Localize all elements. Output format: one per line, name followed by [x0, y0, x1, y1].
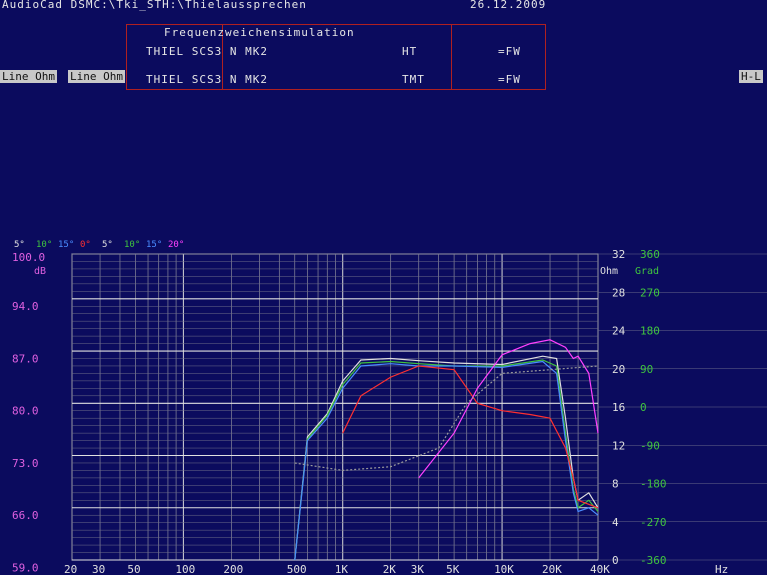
y-tick-ohm: 8 — [612, 478, 619, 491]
plot-frame — [71, 253, 599, 561]
y-tick-grad: 180 — [640, 325, 660, 338]
y-tick-grad: -270 — [640, 516, 667, 529]
legend-angle-6: 15° — [146, 240, 162, 250]
ohm-axis-label: Ohm — [600, 266, 618, 277]
x-tick-label: 200 — [223, 563, 243, 575]
legend-angle-4: 5° — [102, 240, 113, 250]
y-tick-grad: 90 — [640, 363, 653, 376]
y-tick-db: 73.0 — [12, 457, 39, 470]
y-tick-ohm: 32 — [612, 248, 625, 261]
series-lines — [294, 339, 599, 561]
hz-axis-label: Hz — [715, 563, 728, 575]
x-tick-label: 10K — [494, 563, 514, 575]
legend-angle-3: 0° — [80, 240, 91, 250]
legend-angle-0: 5° — [14, 240, 25, 250]
y-tick-ohm: 24 — [612, 325, 626, 338]
y-tick-ohm: 12 — [612, 439, 625, 452]
y-tick-ohm: 28 — [612, 286, 625, 299]
x-tick-label: 3K — [411, 563, 425, 575]
x-tick-label: 20 — [64, 563, 77, 575]
x-tick-label: 100 — [175, 563, 195, 575]
db-axis-label: dB — [34, 266, 46, 277]
grad-axis-label: Grad — [635, 266, 659, 277]
frequency-response-chart: 5° 10° 15° 0° 5° 10° 15° 20° 20 30 50 100 200 500 1K 2… — [12, 240, 767, 575]
y-tick-ohm: 0 — [612, 554, 619, 567]
grid — [71, 253, 767, 561]
legend-angle-7: 20° — [168, 240, 184, 250]
y-tick-db: 100.0 — [12, 251, 45, 264]
x-tick-label: 500 — [287, 563, 307, 575]
y-tick-grad: 270 — [640, 286, 660, 299]
x-tick-label: 40K — [590, 563, 610, 575]
legend: 5° 10° 15° 0° 5° 10° 15° 20° — [14, 240, 184, 250]
y-tick-db: 87.0 — [12, 352, 39, 365]
y-tick-db: 66.0 — [12, 509, 39, 522]
y-tick-grad: -360 — [640, 554, 667, 567]
y-tick-ohm: 4 — [612, 516, 619, 529]
tick-labels: 20 30 50 100 200 500 1K 2K 3K 5K 10K 20K 40K100.094.… — [12, 248, 667, 575]
y-tick-grad: 360 — [640, 248, 660, 261]
y-tick-grad: -180 — [640, 478, 667, 491]
x-tick-label: 1K — [335, 563, 349, 575]
x-tick-label: 30 — [92, 563, 105, 575]
y-tick-grad: -90 — [640, 439, 660, 452]
legend-angle-2: 15° — [58, 240, 74, 250]
y-tick-db: 94.0 — [12, 300, 39, 313]
x-tick-label: 20K — [542, 563, 562, 575]
y-tick-db: 59.0 — [12, 561, 39, 574]
x-tick-label: 5K — [446, 563, 460, 575]
series-line-0 — [294, 355, 599, 561]
y-tick-ohm: 20 — [612, 363, 625, 376]
x-tick-label: 50 — [127, 563, 140, 575]
y-tick-grad: 0 — [640, 401, 647, 414]
legend-angle-1: 10° — [36, 240, 52, 250]
y-tick-db: 80.0 — [12, 405, 39, 418]
y-tick-ohm: 16 — [612, 401, 625, 414]
legend-angle-5: 10° — [124, 240, 140, 250]
x-tick-label: 2K — [383, 563, 397, 575]
